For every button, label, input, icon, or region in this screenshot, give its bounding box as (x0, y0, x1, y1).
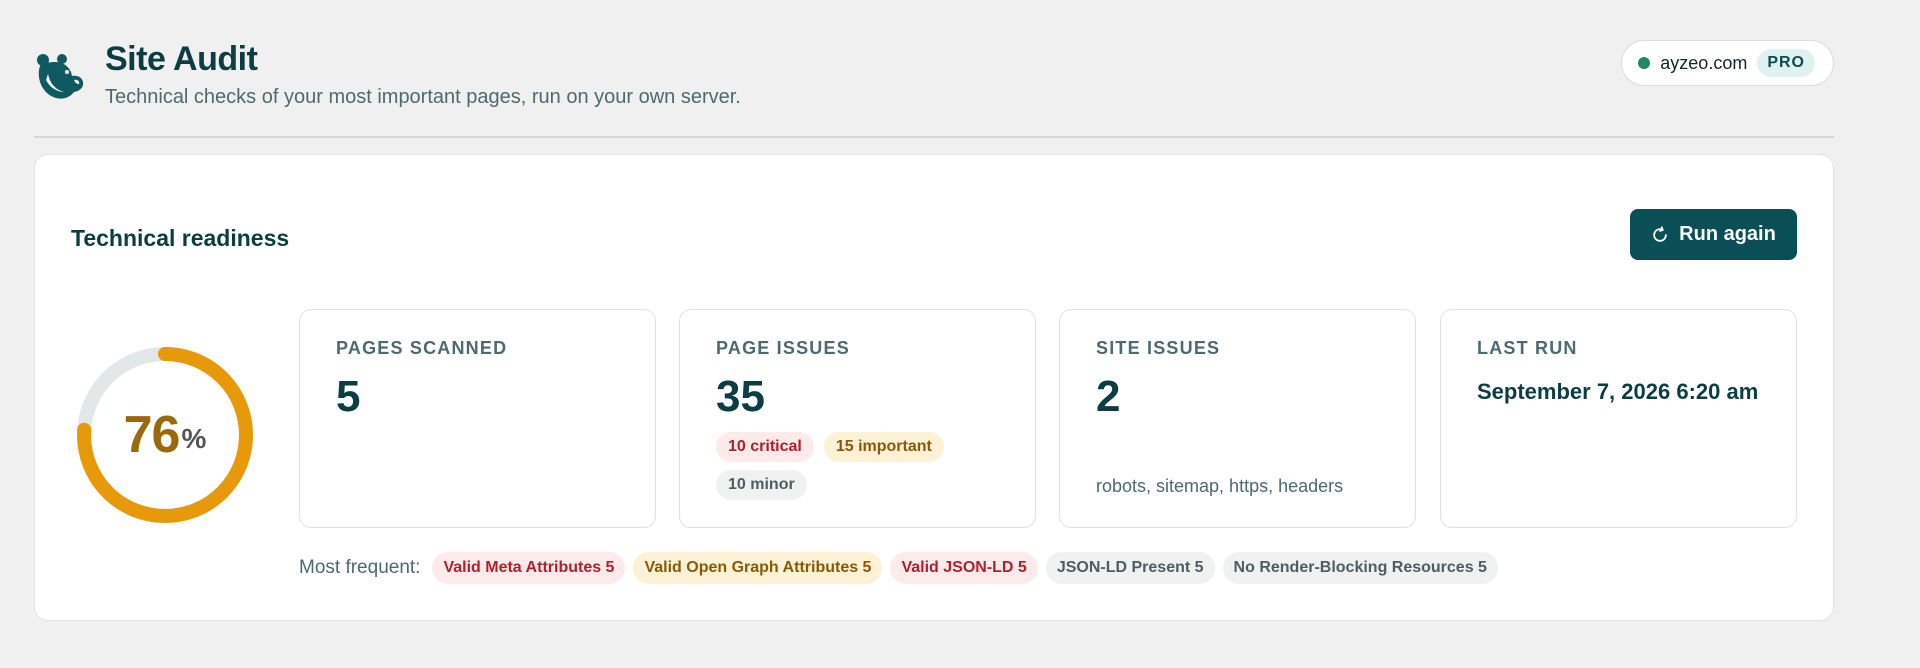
score-value: 76 (123, 406, 181, 464)
minor-badge[interactable]: 10 minor (716, 470, 807, 500)
frequent-issue-chip[interactable]: Valid Open Graph Attributes 5 (633, 552, 883, 584)
stat-label: PAGE ISSUES (716, 338, 850, 358)
stat-value: 5 (336, 372, 361, 421)
last-run-timestamp: September 7, 2026 6:20 am (1477, 379, 1759, 404)
header-divider (34, 136, 1834, 138)
site-audit-page: Site Audit Technical checks of your most… (0, 0, 1920, 668)
technical-readiness-card: Technical readiness Run again 76 % PAGES… (34, 154, 1834, 621)
bear-logo-icon (37, 54, 84, 99)
site-domain: ayzeo.com (1660, 52, 1748, 73)
stat-label: SITE ISSUES (1096, 338, 1221, 358)
run-again-label: Run again (1679, 223, 1776, 245)
critical-badge[interactable]: 10 critical (716, 432, 814, 462)
site-issue-categories: robots, sitemap, https, headers (1096, 476, 1344, 496)
plan-badge: PRO (1757, 49, 1815, 77)
most-frequent-issues: Most frequent: Valid Meta Attributes 5 V… (299, 552, 1498, 584)
important-badge[interactable]: 15 important (823, 432, 944, 462)
page-header: Site Audit Technical checks of your most… (34, 36, 1834, 120)
most-frequent-label: Most frequent: (299, 557, 421, 578)
gauge-readout: 76 % (75, 345, 255, 525)
stat-pages-scanned: PAGES SCANNED 5 (299, 309, 656, 528)
stat-site-issues: SITE ISSUES 2 robots, sitemap, https, he… (1059, 309, 1416, 528)
issue-breakdown: 10 critical 15 important 10 minor (716, 432, 1016, 500)
readiness-gauge: 76 % (75, 345, 255, 525)
page-subtitle: Technical checks of your most important … (105, 86, 741, 108)
stat-page-issues: PAGE ISSUES 35 10 critical 15 important … (679, 309, 1036, 528)
score-unit: % (181, 423, 207, 454)
stat-value: 35 (716, 372, 765, 421)
page-title: Site Audit (105, 40, 258, 78)
frequent-issue-chip[interactable]: Valid Meta Attributes 5 (432, 552, 626, 584)
site-selector[interactable]: ayzeo.com PRO (1621, 40, 1834, 86)
run-again-button[interactable]: Run again (1630, 209, 1797, 260)
stat-value: 2 (1096, 372, 1121, 421)
refresh-icon (1653, 225, 1667, 242)
stat-last-run: LAST RUN September 7, 2026 6:20 am (1440, 309, 1797, 528)
stat-label: LAST RUN (1477, 338, 1578, 358)
section-title: Technical readiness (71, 225, 290, 251)
stat-label: PAGES SCANNED (336, 338, 508, 358)
status-dot-icon (1638, 57, 1651, 69)
frequent-issue-chip[interactable]: No Render-Blocking Resources 5 (1222, 552, 1498, 584)
frequent-issue-chip[interactable]: Valid JSON-LD 5 (890, 552, 1038, 584)
frequent-issue-chip[interactable]: JSON-LD Present 5 (1045, 552, 1215, 584)
